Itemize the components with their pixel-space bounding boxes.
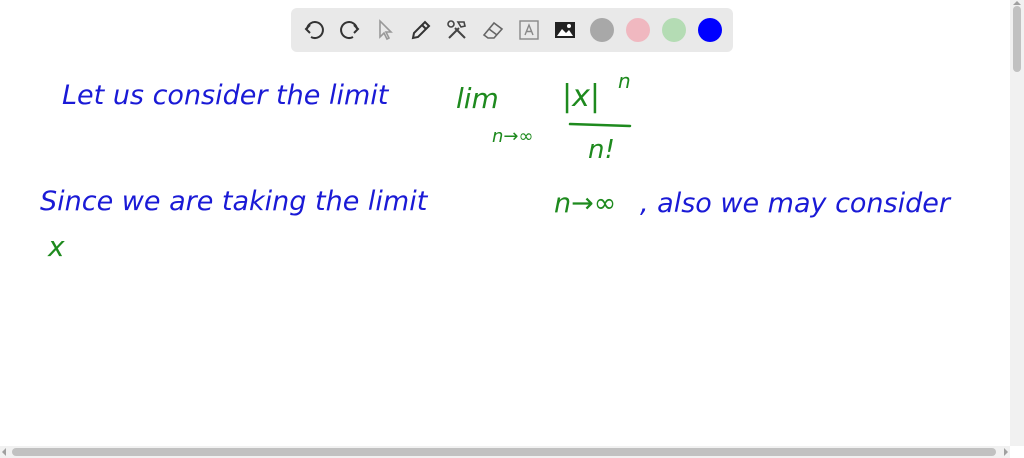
text-icon[interactable] bbox=[513, 14, 545, 46]
fraction-denominator: n! bbox=[588, 135, 615, 165]
line1-text: Let us consider the limit bbox=[62, 80, 390, 111]
scroll-up-arrow[interactable] bbox=[1013, 1, 1021, 5]
color-swatch-pink[interactable] bbox=[626, 18, 650, 42]
horizontal-scrollbar[interactable] bbox=[0, 446, 1010, 458]
fraction-bar bbox=[568, 122, 632, 128]
eraser-icon[interactable] bbox=[477, 14, 509, 46]
redo-icon[interactable] bbox=[333, 14, 365, 46]
toolbar bbox=[291, 8, 733, 52]
horizontal-scroll-thumb[interactable] bbox=[12, 448, 996, 456]
line2-text: Since we are taking the limit bbox=[40, 186, 429, 217]
pencil-icon[interactable] bbox=[405, 14, 437, 46]
line2-math: n→∞ bbox=[554, 188, 616, 219]
scroll-right-arrow[interactable] bbox=[1004, 448, 1008, 456]
pointer-icon[interactable] bbox=[369, 14, 401, 46]
lim-subscript: n→∞ bbox=[492, 126, 533, 147]
undo-icon[interactable] bbox=[299, 14, 331, 46]
color-swatch-blue[interactable] bbox=[698, 18, 722, 42]
tools-icon[interactable] bbox=[441, 14, 473, 46]
line3-math: x bbox=[47, 230, 65, 263]
vertical-scrollbar[interactable] bbox=[1010, 0, 1024, 446]
whiteboard-canvas[interactable]: Let us consider the limit lim n→∞ |x| n … bbox=[0, 0, 1010, 446]
vertical-scroll-thumb[interactable] bbox=[1013, 6, 1021, 72]
color-swatch-green[interactable] bbox=[662, 18, 686, 42]
lim-word: lim bbox=[456, 82, 499, 115]
line2-suffix: , also we may consider bbox=[640, 188, 952, 219]
scroll-left-arrow[interactable] bbox=[2, 448, 6, 456]
color-swatch-gray[interactable] bbox=[590, 18, 614, 42]
fraction-numerator: |x| bbox=[562, 79, 600, 114]
image-icon[interactable] bbox=[549, 14, 581, 46]
numerator-power: n bbox=[618, 69, 631, 93]
